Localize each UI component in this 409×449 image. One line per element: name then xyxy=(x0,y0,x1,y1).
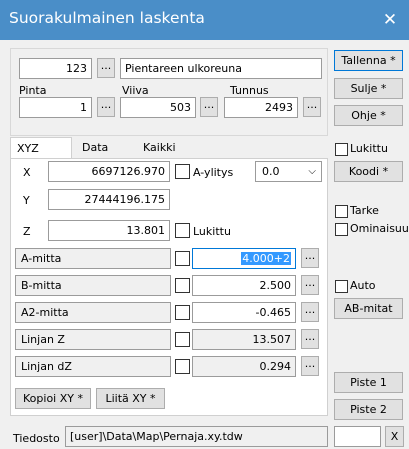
number-browse-button[interactable]: ... xyxy=(97,58,115,78)
a-mitta-browse-button[interactable]: ... xyxy=(301,248,319,268)
lukittu-z-label: Lukittu xyxy=(193,225,231,238)
lukittu-label: Lukittu xyxy=(350,142,388,155)
linjan-z-field: 13.507 xyxy=(192,329,296,350)
dialog-client: 123 ... Pientareen ulkoreuna Pinta Viiva… xyxy=(0,40,409,449)
viiva-browse-button[interactable]: ... xyxy=(200,97,218,117)
linjan-dz-checkbox[interactable] xyxy=(175,359,190,374)
pinta-field[interactable]: 1 xyxy=(19,97,92,118)
b-mitta-field[interactable]: 2.500 xyxy=(192,275,296,296)
tab-data[interactable]: Data xyxy=(82,141,108,154)
z-field[interactable]: 13.801 xyxy=(48,220,170,241)
tunnus-label: Tunnus xyxy=(230,84,269,97)
aylitys-value: 0.0 xyxy=(262,165,280,178)
aylitys-dropdown[interactable]: 0.0 ⌵ xyxy=(255,161,322,182)
a2-mitta-checkbox[interactable] xyxy=(175,305,190,320)
linjan-dz-browse-button[interactable]: ... xyxy=(301,356,319,376)
close-button[interactable]: Sulje * xyxy=(334,78,403,99)
a-mitta-label: A-mitta xyxy=(15,248,171,269)
title-bar: Suorakulmainen laskenta ✕ xyxy=(0,0,409,40)
viiva-label: Viiva xyxy=(122,84,149,97)
a2-mitta-browse-button[interactable]: ... xyxy=(301,302,319,322)
close-icon[interactable]: ✕ xyxy=(371,0,409,40)
linjan-z-label: Linjan Z xyxy=(15,329,171,350)
description-field[interactable]: Pientareen ulkoreuna xyxy=(120,58,322,79)
number-field[interactable]: 123 xyxy=(19,58,92,79)
aylitys-checkbox[interactable] xyxy=(175,164,190,179)
pinta-browse-button[interactable]: ... xyxy=(97,97,115,117)
linjan-dz-field: 0.294 xyxy=(192,356,296,377)
z-label: Z xyxy=(23,225,31,238)
piste1-button[interactable]: Piste 1 xyxy=(334,372,403,393)
b-mitta-checkbox[interactable] xyxy=(175,278,190,293)
save-button[interactable]: Tallenna * xyxy=(334,50,403,71)
tunnus-field[interactable]: 2493 xyxy=(224,97,298,118)
tab-kaikki[interactable]: Kaikki xyxy=(143,141,176,154)
linjan-z-checkbox[interactable] xyxy=(175,332,190,347)
auto-label: Auto xyxy=(350,279,376,292)
aylitys-label: A-ylitys xyxy=(193,166,234,179)
tarke-label: Tarke xyxy=(350,204,379,217)
linjan-dz-label: Linjan dZ xyxy=(15,356,171,377)
b-mitta-label: B-mitta xyxy=(15,275,171,296)
file-aux-field[interactable] xyxy=(334,426,381,447)
x-field[interactable]: 6697126.970 xyxy=(48,161,170,182)
lukittu-checkbox[interactable] xyxy=(335,143,348,156)
file-path-field: [user]\Data\Map\Pernaja.xy.tdw xyxy=(65,426,328,447)
help-button[interactable]: Ohje * xyxy=(334,105,403,126)
y-field[interactable]: 27444196.175 xyxy=(48,189,170,210)
x-label: X xyxy=(23,166,31,179)
ominaisuus-label: Ominaisuus xyxy=(350,222,409,235)
a-mitta-value: 4.000+2 xyxy=(241,252,291,265)
tunnus-browse-button[interactable]: ... xyxy=(303,97,321,117)
a2-mitta-label: A2-mitta xyxy=(15,302,171,323)
linjan-z-browse-button[interactable]: ... xyxy=(301,329,319,349)
copy-xy-button[interactable]: Kopioi XY * xyxy=(15,388,91,409)
viiva-field[interactable]: 503 xyxy=(120,97,196,118)
ominaisuus-checkbox[interactable] xyxy=(335,223,348,236)
ab-mitat-button[interactable]: AB-mitat xyxy=(334,298,403,319)
tab-xyz[interactable]: XYZ xyxy=(10,137,72,159)
file-clear-button[interactable]: X xyxy=(385,426,404,447)
b-mitta-browse-button[interactable]: ... xyxy=(301,275,319,295)
lukittu-z-checkbox[interactable] xyxy=(175,223,190,238)
piste2-button[interactable]: Piste 2 xyxy=(334,399,403,420)
auto-checkbox[interactable] xyxy=(335,280,348,293)
paste-xy-button[interactable]: Liitä XY * xyxy=(96,388,165,409)
file-label: Tiedosto xyxy=(13,432,60,445)
pinta-label: Pinta xyxy=(19,84,47,97)
a2-mitta-field[interactable]: -0.465 xyxy=(192,302,296,323)
tarke-checkbox[interactable] xyxy=(335,205,348,218)
code-button[interactable]: Koodi * xyxy=(334,161,403,182)
a-mitta-field[interactable]: 4.000+2 xyxy=(192,248,296,269)
a-mitta-checkbox[interactable] xyxy=(175,251,190,266)
window-title: Suorakulmainen laskenta xyxy=(9,9,205,27)
chevron-down-icon: ⌵ xyxy=(308,166,316,177)
y-label: Y xyxy=(23,194,30,207)
